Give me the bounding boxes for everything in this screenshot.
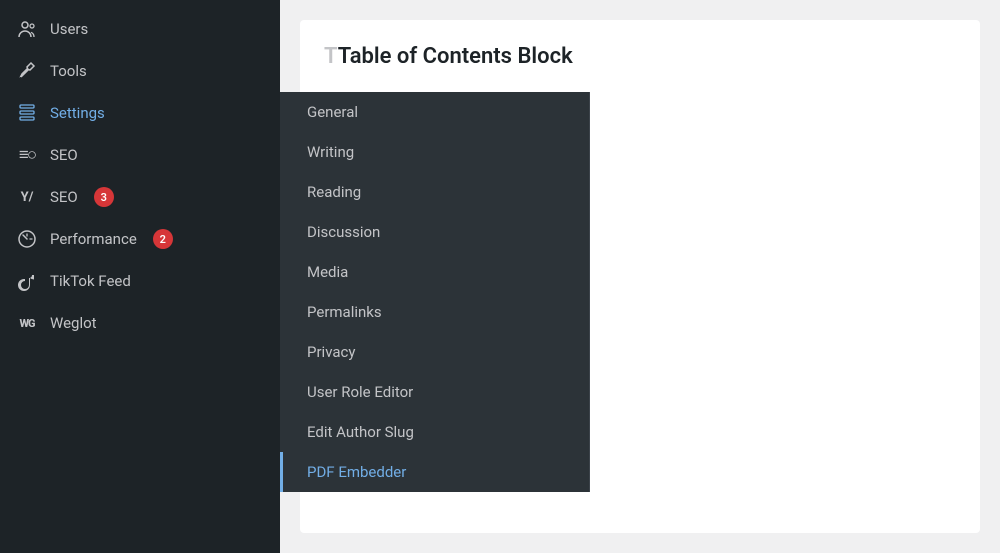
- submenu-item-permalinks[interactable]: Permalinks: [280, 292, 589, 332]
- seo-yoast-badge: 3: [94, 187, 114, 207]
- sidebar-item-tools-label: Tools: [50, 62, 87, 80]
- submenu-item-discussion-label: Discussion: [307, 223, 380, 241]
- sidebar-item-weglot-label: Weglot: [50, 314, 97, 332]
- sidebar-item-performance[interactable]: Performance 2: [0, 218, 280, 260]
- submenu-item-writing-label: Writing: [307, 143, 354, 161]
- sidebar-item-seo-yoast-label: SEO: [50, 188, 78, 206]
- submenu-item-pdf-embedder[interactable]: PDF Embedder: [280, 452, 589, 492]
- sidebar-item-settings-label: Settings: [50, 104, 105, 122]
- sidebar-item-seo-yoast[interactable]: Y/ SEO 3: [0, 176, 280, 218]
- submenu-item-privacy[interactable]: Privacy: [280, 332, 589, 372]
- sidebar-item-tiktok[interactable]: TikTok Feed: [0, 260, 280, 302]
- sidebar-item-settings[interactable]: Settings: [0, 92, 280, 134]
- users-icon: [16, 18, 38, 40]
- submenu-item-media-label: Media: [307, 263, 348, 281]
- submenu-item-edit-author-slug-label: Edit Author Slug: [307, 423, 414, 441]
- sidebar-item-users-label: Users: [50, 20, 88, 38]
- page-title: TTable of Contents Block: [324, 44, 956, 69]
- submenu-item-general-label: General: [307, 103, 358, 121]
- submenu-item-user-role-editor[interactable]: User Role Editor: [280, 372, 589, 412]
- sidebar-item-seo-top[interactable]: ≡○ SEO: [0, 134, 280, 176]
- submenu-item-media[interactable]: Media: [280, 252, 589, 292]
- weglot-icon: WG: [16, 312, 38, 334]
- submenu-item-reading[interactable]: Reading: [280, 172, 589, 212]
- submenu-item-general[interactable]: General: [280, 92, 589, 132]
- submenu-item-edit-author-slug[interactable]: Edit Author Slug: [280, 412, 589, 452]
- submenu-item-user-role-editor-label: User Role Editor: [307, 383, 413, 401]
- settings-icon: [16, 102, 38, 124]
- page-title-text: TTable of Contents Block: [324, 44, 573, 69]
- submenu-item-writing[interactable]: Writing: [280, 132, 589, 172]
- submenu-item-permalinks-label: Permalinks: [307, 303, 382, 321]
- sidebar-item-seo-top-label: SEO: [50, 146, 78, 164]
- seo-yoast-icon: Y/: [16, 186, 38, 208]
- sidebar-item-tools[interactable]: Tools: [0, 50, 280, 92]
- sidebar-settings-wrapper: Settings General Writing Reading Discuss…: [0, 92, 280, 134]
- sidebar: Users Tools Settings General: [0, 0, 280, 553]
- performance-badge: 2: [153, 229, 173, 249]
- sidebar-item-users[interactable]: Users: [0, 8, 280, 50]
- settings-submenu: General Writing Reading Discussion Media…: [280, 92, 590, 492]
- tiktok-icon: [16, 270, 38, 292]
- sidebar-item-tiktok-label: TikTok Feed: [50, 272, 131, 290]
- seo-top-icon: ≡○: [16, 144, 38, 166]
- performance-icon: [16, 228, 38, 250]
- sidebar-item-weglot[interactable]: WG Weglot: [0, 302, 280, 344]
- submenu-item-reading-label: Reading: [307, 183, 361, 201]
- tools-icon: [16, 60, 38, 82]
- sidebar-item-performance-label: Performance: [50, 230, 137, 248]
- submenu-item-discussion[interactable]: Discussion: [280, 212, 589, 252]
- submenu-item-pdf-embedder-label: PDF Embedder: [307, 463, 406, 481]
- submenu-item-privacy-label: Privacy: [307, 343, 355, 361]
